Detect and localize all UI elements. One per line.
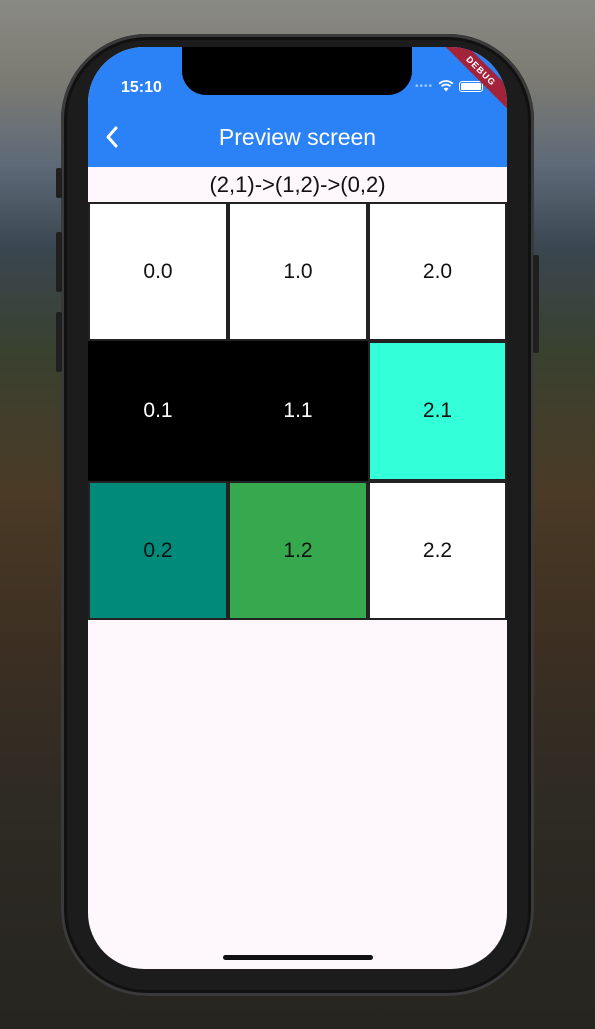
status-icons: •••• <box>415 80 483 92</box>
grid-cell[interactable]: 0.1 <box>88 341 228 481</box>
status-time: 15:10 <box>121 79 162 96</box>
grid-cell[interactable]: 1.0 <box>228 202 368 341</box>
battery-icon <box>459 80 483 92</box>
grid-cell[interactable]: 0.0 <box>88 202 228 341</box>
wifi-icon <box>438 80 454 92</box>
mute-switch <box>56 168 62 198</box>
volume-up-button <box>56 232 62 292</box>
app-bar: 15:10 •••• DEBUG Preview screen <box>88 47 507 167</box>
tile-grid: 0.0 1.0 2.0 0.1 1.1 2.1 0.2 1.2 2.2 <box>88 202 507 620</box>
path-text: (2,1)->(1,2)->(0,2) <box>209 172 386 197</box>
notch <box>182 47 412 95</box>
grid-cell[interactable]: 1.2 <box>228 481 368 620</box>
grid-cell[interactable]: 2.1 <box>368 341 507 481</box>
power-button <box>533 255 539 353</box>
volume-down-button <box>56 312 62 372</box>
grid-cell[interactable]: 1.1 <box>228 341 368 481</box>
grid-cell[interactable]: 0.2 <box>88 481 228 620</box>
app-screen: 15:10 •••• DEBUG Preview screen (2,1)->(… <box>88 47 507 969</box>
signal-icon: •••• <box>414 80 433 92</box>
page-title: Preview screen <box>218 124 377 150</box>
home-indicator[interactable] <box>223 955 373 960</box>
grid-cell[interactable]: 2.0 <box>368 202 507 341</box>
grid-cell[interactable]: 2.2 <box>368 481 507 620</box>
debug-banner: DEBUG <box>441 47 507 111</box>
